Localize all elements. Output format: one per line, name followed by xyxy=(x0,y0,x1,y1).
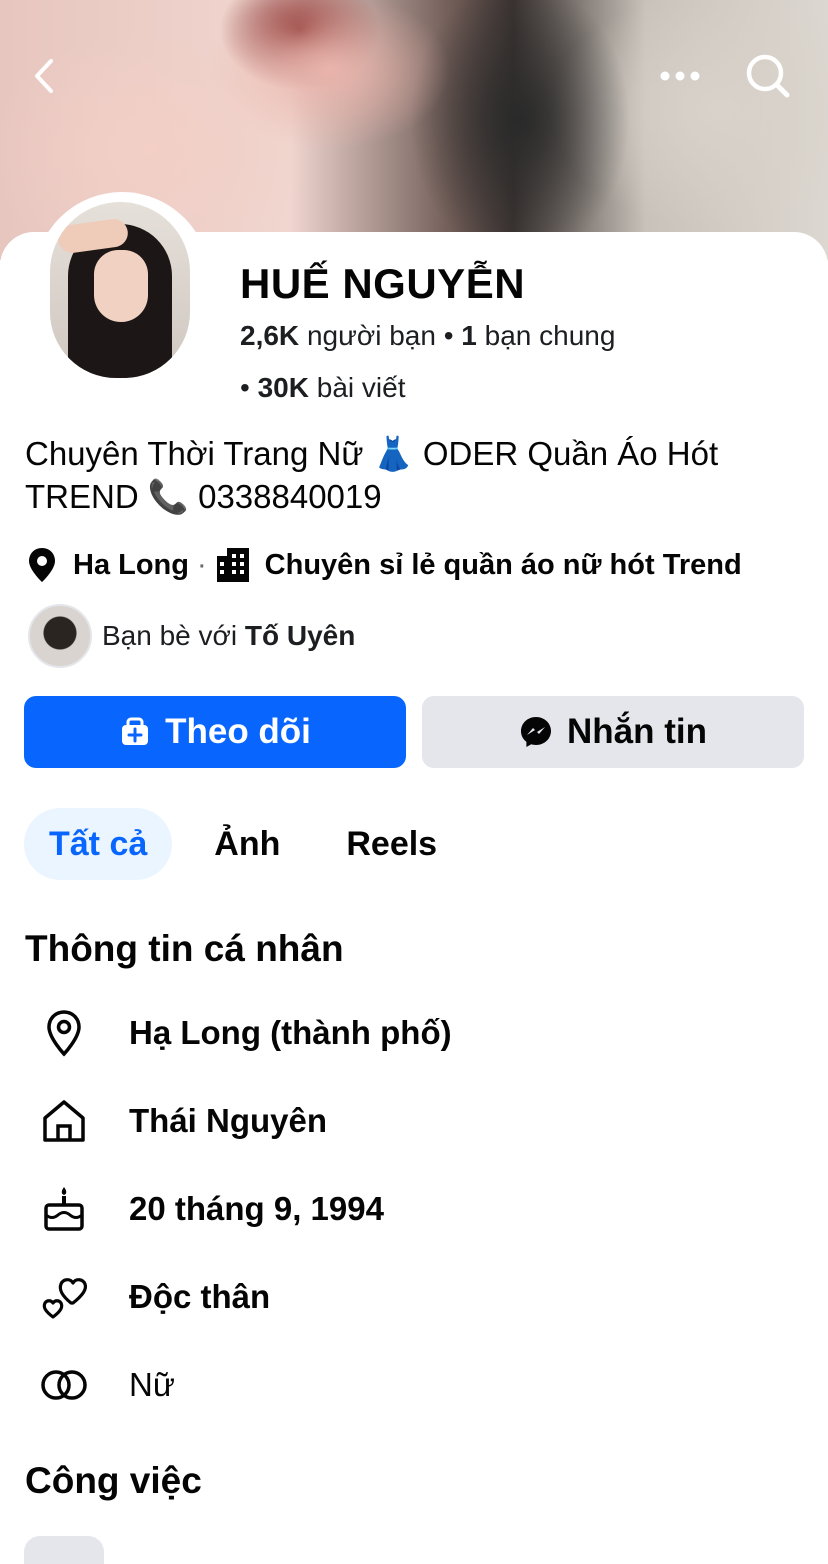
birthday-cake-icon xyxy=(38,1183,90,1235)
meta-location: Ha Long xyxy=(73,548,189,581)
tab-reels[interactable]: Reels xyxy=(346,808,437,880)
tab-photos[interactable]: Ảnh xyxy=(214,808,280,880)
info-birthday: 20 tháng 9, 1994 xyxy=(129,1190,384,1227)
back-button[interactable] xyxy=(14,44,78,108)
search-button[interactable] xyxy=(736,44,800,108)
friends-with-name[interactable]: Tố Uyên xyxy=(245,620,355,652)
info-gender: Nữ xyxy=(129,1366,175,1403)
stat-separator: • xyxy=(240,372,250,403)
profile-name: HUẾ NGUYỄN xyxy=(240,260,526,307)
stat-separator: • xyxy=(443,320,454,351)
profile-tabs: Tất cả Ảnh Reels xyxy=(24,808,437,880)
mutual-count: 1 xyxy=(461,320,477,351)
tab-all[interactable]: Tất cả xyxy=(24,808,173,880)
posts-label: bài viết xyxy=(316,372,406,403)
messenger-icon xyxy=(519,715,553,749)
message-label: Nhắn tin xyxy=(567,712,707,751)
meta-separator: · xyxy=(197,548,207,581)
follow-button[interactable]: Theo dõi xyxy=(24,696,406,768)
info-row-birthday[interactable]: 20 tháng 9, 1994 xyxy=(38,1179,384,1239)
gender-icon xyxy=(38,1359,90,1411)
mutual-label: bạn chung xyxy=(484,320,616,351)
message-button[interactable]: Nhắn tin xyxy=(422,696,804,768)
work-title: Công việc xyxy=(25,1460,202,1501)
info-row-hometown[interactable]: Thái Nguyên xyxy=(38,1091,327,1151)
posts-stats: • 30K bài viết xyxy=(240,372,405,404)
friends-stats[interactable]: 2,6K người bạn • 1 bạn chung xyxy=(240,320,615,352)
profile-meta-row: Ha Long · Chuyên sỉ lẻ quần áo nữ hót Tr… xyxy=(25,544,742,586)
location-pin-icon xyxy=(38,1007,90,1059)
home-icon xyxy=(38,1095,90,1147)
friends-count: 2,6K xyxy=(240,320,300,351)
info-hometown: Thái Nguyên xyxy=(129,1102,328,1139)
follow-label: Theo dõi xyxy=(165,712,311,751)
location-pin-icon xyxy=(25,546,59,584)
profile-page: HUẾ NGUYỄN 2,6K người bạn • 1 bạn chung … xyxy=(0,0,828,1564)
relationship-hearts-icon xyxy=(38,1271,90,1323)
mutual-friend-row[interactable]: Bạn bè với Tố Uyên xyxy=(28,604,355,668)
search-icon xyxy=(746,54,790,98)
work-icon-tile xyxy=(24,1536,104,1564)
personal-info-title: Thông tin cá nhân xyxy=(25,928,344,969)
profile-avatar[interactable] xyxy=(50,202,190,378)
more-dots-icon xyxy=(660,71,700,81)
info-row-gender[interactable]: Nữ xyxy=(38,1355,175,1415)
info-relationship: Độc thân xyxy=(129,1278,271,1315)
profile-bio: Chuyên Thời Trang Nữ 👗 ODER Quần Áo Hót … xyxy=(25,435,719,515)
more-options-button[interactable] xyxy=(648,44,712,108)
follow-icon xyxy=(119,716,151,748)
building-icon xyxy=(215,546,251,584)
info-row-current-city[interactable]: Hạ Long (thành phố) xyxy=(38,1003,452,1063)
posts-count: 30K xyxy=(257,372,309,403)
info-row-relationship[interactable]: Độc thân xyxy=(38,1267,270,1327)
friends-with-prefix: Bạn bè với xyxy=(102,620,238,651)
info-current-city: Hạ Long (thành phố) xyxy=(129,1014,452,1051)
mutual-friend-avatar[interactable] xyxy=(28,604,92,668)
chevron-left-icon xyxy=(35,59,53,93)
meta-business: Chuyên sỉ lẻ quần áo nữ hót Trend xyxy=(264,548,742,581)
friends-label: người bạn xyxy=(306,320,436,351)
